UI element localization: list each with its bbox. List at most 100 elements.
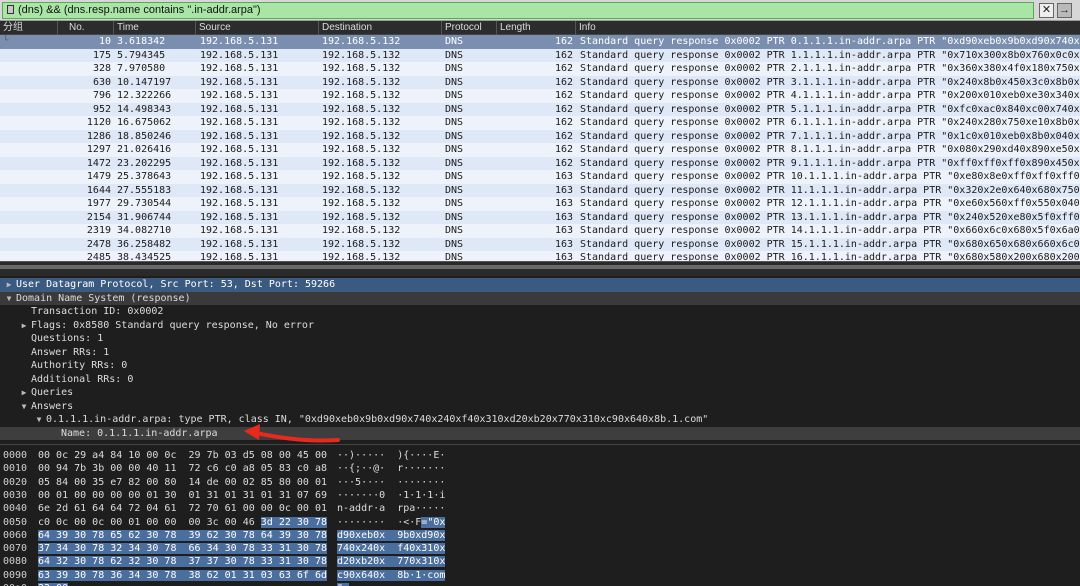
bytes-ascii[interactable]: n-addr·a rpa·····	[337, 502, 445, 515]
bytes-hex[interactable]: 22 00	[38, 582, 69, 586]
display-filter-input[interactable]: (dns) && (dns.resp.name contains ".in-ad…	[2, 2, 1034, 19]
packet-time: 38.434525	[117, 252, 172, 261]
packet-row[interactable]: 2154 31.906744 192.168.5.131 192.168.5.132 D…	[0, 210, 1080, 224]
packet-source: 192.168.5.131	[200, 198, 279, 209]
packet-row[interactable]: 2478 36.258482 192.168.5.131 192.168.5.132 D…	[0, 237, 1080, 251]
packet-details-pane[interactable]: ▶ User Datagram Protocol, Src Port: 53, D…	[0, 278, 1080, 444]
bytes-ascii[interactable]: ··{;··@· r·······	[337, 462, 445, 475]
bookmark-icon[interactable]	[7, 5, 14, 14]
bytes-ascii[interactable]: ·······0 ·1·1·1·i	[337, 489, 445, 502]
bytes-hex[interactable]: 64 39 30 78 65 62 30 78 39 62 30 78 64 3…	[38, 529, 327, 542]
bytes-hex[interactable]: 37 34 30 78 32 34 30 78 66 34 30 78 33 3…	[38, 542, 327, 555]
packet-row[interactable]: 2319 34.082710 192.168.5.131 192.168.5.132 D…	[0, 224, 1080, 238]
expanded-arrow-icon[interactable]: ▼	[4, 292, 14, 305]
packet-info: Standard query response 0x0002 PTR 12.1.…	[580, 198, 1080, 209]
packet-row[interactable]: 1644 27.555183 192.168.5.131 192.168.5.132 D…	[0, 183, 1080, 197]
detail-row[interactable]: ▶ Queries	[0, 386, 1080, 400]
bytes-hex[interactable]: 05 84 00 35 e7 82 00 80 14 de 00 02 85 8…	[38, 476, 327, 489]
horizontal-scrollbar[interactable]	[0, 265, 1080, 269]
column-header-time[interactable]: Time	[114, 21, 196, 35]
detail-row[interactable]: Transaction ID: 0x0002	[0, 305, 1080, 319]
packet-row[interactable]: 630 10.147197 192.168.5.131 192.168.5.132 DN…	[0, 75, 1080, 89]
bytes-hex[interactable]: 6e 2d 61 64 64 72 04 61 72 70 61 00 00 0…	[38, 502, 327, 515]
bytes-row: 0030 00 01 00 00 00 00 01 30 01 31 01 31 …	[0, 489, 1080, 502]
red-arrow-icon	[244, 424, 340, 443]
packet-destination: 192.168.5.132	[322, 238, 401, 250]
collapsed-arrow-icon[interactable]: ▶	[19, 386, 29, 399]
bytes-ascii[interactable]: ··)····· ){····E·	[337, 449, 445, 462]
detail-text: Additional RRs: 0	[31, 373, 134, 385]
pane-splitter[interactable]	[0, 261, 1080, 276]
packet-row[interactable]: 1977 29.730544 192.168.5.131 192.168.5.132 D…	[0, 197, 1080, 211]
detail-row[interactable]: ▼ 0.1.1.1.in-addr.arpa: type PTR, class I…	[0, 413, 1080, 427]
packet-row[interactable]: └ 10 3.618342 192.168.5.131 192.168.5.132 DNS…	[0, 35, 1080, 49]
packet-row[interactable]: 796 12.322266 192.168.5.131 192.168.5.132 DN…	[0, 89, 1080, 103]
packet-row[interactable]: 952 14.498343 192.168.5.131 192.168.5.132 DN…	[0, 102, 1080, 116]
packet-row[interactable]: 1286 18.850246 192.168.5.131 192.168.5.132 D…	[0, 129, 1080, 143]
packet-no: 2478	[86, 238, 111, 250]
detail-row[interactable]: Questions: 1	[0, 332, 1080, 346]
expanded-arrow-icon[interactable]: ▼	[19, 400, 29, 413]
packet-info: Standard query response 0x0002 PTR 9.1.1…	[580, 157, 1080, 169]
bytes-hex[interactable]: 00 94 7b 3b 00 00 40 11 72 c6 c0 a8 05 8…	[38, 462, 327, 475]
detail-row[interactable]: ▶ Flags: 0x8580 Standard query response, …	[0, 319, 1080, 333]
bytes-hex[interactable]: 63 39 30 78 36 34 30 78 38 62 01 31 03 6…	[38, 569, 327, 582]
bytes-ascii[interactable]: ········ ·<·F="0x	[337, 516, 446, 529]
bytes-ascii[interactable]: c90x640x 8b·1·com	[337, 569, 446, 582]
bytes-ascii[interactable]: 740x240x f40x310x	[337, 542, 446, 555]
bytes-ascii[interactable]: "·	[337, 582, 350, 586]
detail-row[interactable]: Additional RRs: 0	[0, 373, 1080, 387]
tree-marker-icon: └	[3, 36, 9, 46]
packet-bytes-pane[interactable]: 0000 00 0c 29 a4 84 10 00 0c 29 7b 03 d5 …	[0, 444, 1080, 586]
packet-no: 630	[92, 76, 111, 88]
column-header-no[interactable]: No.	[66, 21, 114, 35]
bytes-row: 0090 63 39 30 78 36 34 30 78 38 62 01 31 …	[0, 569, 1080, 582]
packet-row[interactable]: 1472 23.202295 192.168.5.131 192.168.5.132 D…	[0, 156, 1080, 170]
clear-filter-button[interactable]: ✕	[1039, 3, 1054, 18]
column-header-destination[interactable]: Destination	[319, 21, 442, 35]
bytes-hex[interactable]: 00 01 00 00 00 00 01 30 01 31 01 31 01 3…	[38, 489, 327, 502]
bytes-ascii-highlight: ="0x	[421, 516, 446, 528]
detail-row[interactable]: Answer RRs: 1	[0, 346, 1080, 360]
apply-filter-button[interactable]: →	[1057, 3, 1072, 18]
packet-destination: 192.168.5.132	[322, 144, 401, 155]
packet-info: Standard query response 0x0002 PTR 4.1.1…	[580, 90, 1080, 101]
collapsed-arrow-icon[interactable]: ▶	[19, 319, 29, 332]
packet-info: Standard query response 0x0002 PTR 6.1.1…	[580, 117, 1080, 128]
column-header-length[interactable]: Length	[497, 21, 576, 35]
bytes-hex[interactable]: c0 0c 00 0c 00 01 00 00 00 3c 00 46 3d 2…	[38, 516, 327, 529]
bytes-row: 0000 00 0c 29 a4 84 10 00 0c 29 7b 03 d5 …	[0, 449, 1080, 462]
bytes-hex[interactable]: 00 0c 29 a4 84 10 00 0c 29 7b 03 d5 08 0…	[38, 449, 327, 462]
column-header-group[interactable]: 分组	[0, 21, 58, 35]
bytes-hex[interactable]: 64 32 30 78 62 32 30 78 37 37 30 78 33 3…	[38, 555, 327, 568]
bytes-offset: 0050	[3, 516, 28, 528]
collapsed-arrow-icon[interactable]: ▶	[4, 278, 14, 291]
packet-protocol: DNS	[445, 103, 464, 115]
detail-row[interactable]: Name: 0.1.1.1.in-addr.arpa	[0, 426, 1080, 440]
bytes-ascii[interactable]: d20xb20x 770x310x	[337, 555, 446, 568]
column-header-source[interactable]: Source	[196, 21, 319, 35]
column-header-info[interactable]: Info	[576, 21, 1080, 35]
packet-row[interactable]: 1479 25.378643 192.168.5.131 192.168.5.132 D…	[0, 170, 1080, 184]
packet-row[interactable]: 1297 21.026416 192.168.5.131 192.168.5.132 D…	[0, 143, 1080, 157]
detail-row[interactable]: ▶ User Datagram Protocol, Src Port: 53, D…	[0, 278, 1080, 292]
packet-row[interactable]: 328 7.970580 192.168.5.131 192.168.5.132 DNS…	[0, 62, 1080, 76]
detail-row[interactable]: ▼ Answers	[0, 400, 1080, 414]
packet-row[interactable]: 175 5.794345 192.168.5.131 192.168.5.132 DNS…	[0, 48, 1080, 62]
bytes-ascii-plain: ··{;··@· r·······	[337, 463, 446, 475]
detail-row[interactable]: Authority RRs: 0	[0, 359, 1080, 373]
packet-info: Standard query response 0x0002 PTR 11.1.…	[580, 184, 1080, 196]
packet-destination: 192.168.5.132	[322, 252, 401, 261]
bytes-ascii[interactable]: d90xeb0x 9b0xd90x	[337, 529, 446, 542]
expanded-arrow-icon[interactable]: ▼	[34, 413, 44, 426]
bytes-row: 0050 c0 0c 00 0c 00 01 00 00 00 3c 00 46 …	[0, 516, 1080, 529]
column-header-protocol[interactable]: Protocol	[442, 21, 497, 35]
packet-source: 192.168.5.131	[200, 252, 279, 261]
packet-row[interactable]: 1120 16.675062 192.168.5.131 192.168.5.132 D…	[0, 116, 1080, 130]
packet-row[interactable]: 2485 38.434525 192.168.5.131 192.168.5.132 D…	[0, 251, 1080, 261]
packet-list[interactable]: └ 10 3.618342 192.168.5.131 192.168.5.132 DNS…	[0, 35, 1080, 261]
packet-length: 162	[554, 157, 573, 169]
bytes-ascii[interactable]: ···5···· ········	[337, 476, 445, 489]
detail-row[interactable]: ▼ Domain Name System (response)	[0, 291, 1080, 305]
packet-time: 16.675062	[117, 117, 172, 128]
